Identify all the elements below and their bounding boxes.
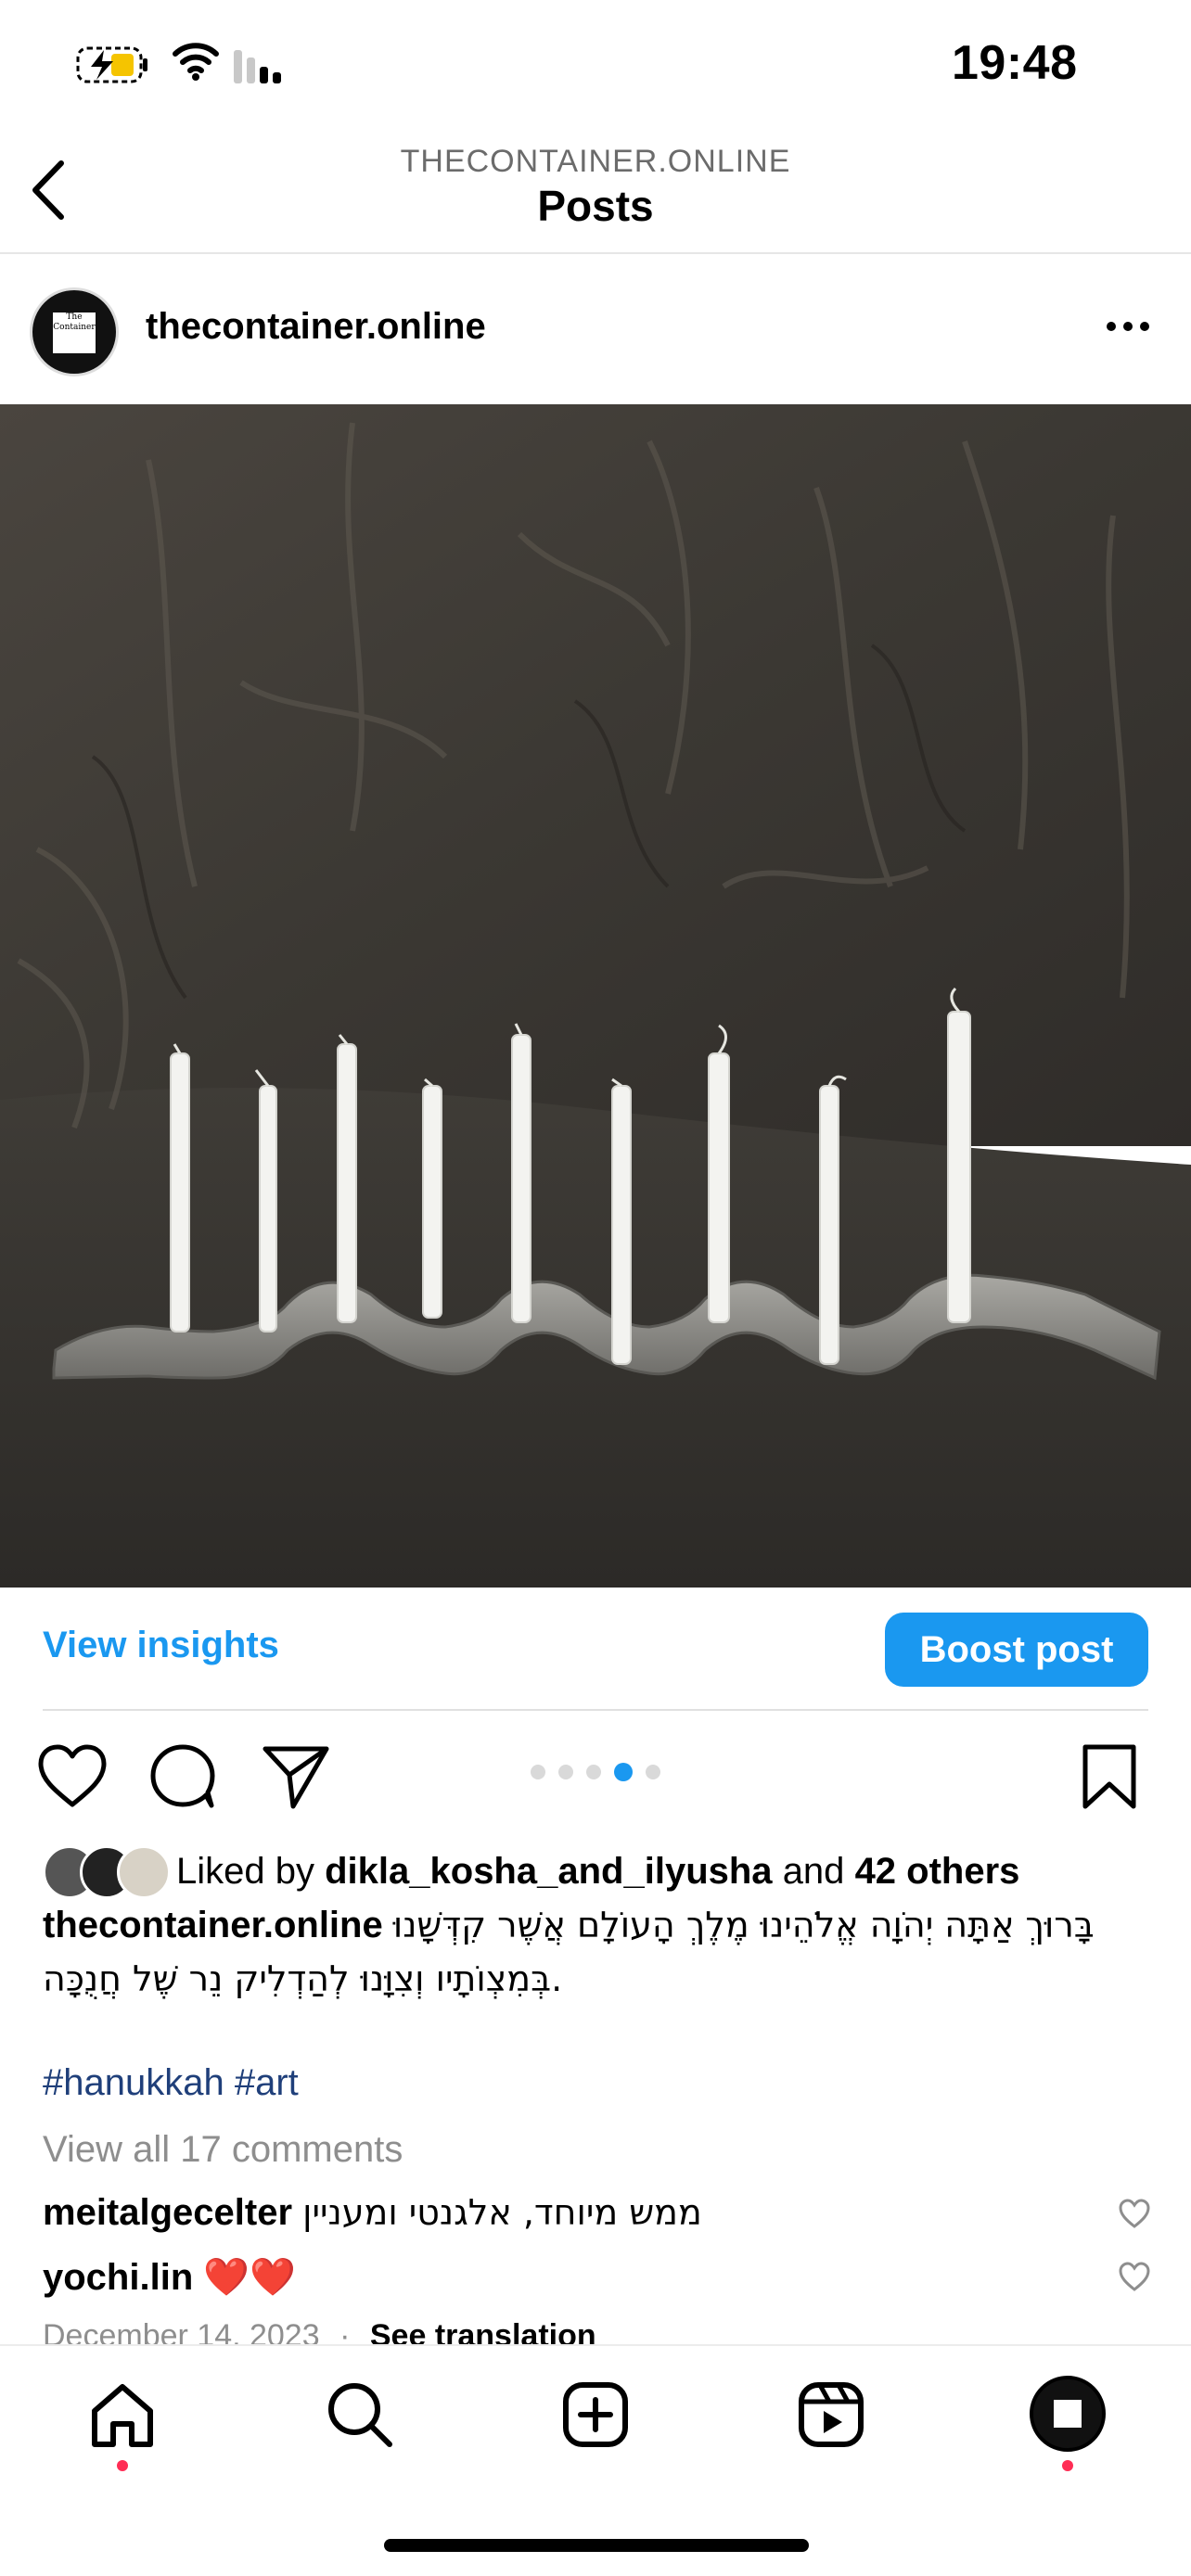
post-date: December 14, 2023 [43, 2318, 320, 2346]
caption-username[interactable]: thecontainer.online [43, 1905, 383, 1945]
comment-like-button[interactable] [1118, 2261, 1151, 2292]
nav-profile[interactable] [1030, 2376, 1106, 2452]
post-username[interactable]: thecontainer.online [146, 306, 486, 348]
send-icon [263, 1746, 329, 1809]
more-horizontal-icon [1107, 322, 1149, 331]
home-indicator[interactable] [384, 2539, 809, 2552]
comment-username[interactable]: meitalgecelter [43, 2192, 292, 2233]
comment-icon [150, 1744, 215, 1808]
view-insights-link[interactable]: View insights [43, 1625, 279, 1666]
carousel-dot [586, 1765, 601, 1779]
battery-icon [76, 46, 150, 83]
home-icon [92, 2384, 153, 2447]
comment-text: ❤️❤️ [203, 2256, 296, 2299]
notification-dot [117, 2460, 128, 2471]
see-translation-link[interactable]: See translation [370, 2318, 596, 2346]
heart-icon [1119, 2199, 1150, 2228]
heart-icon [38, 1744, 107, 1807]
bookmark-icon [1082, 1744, 1136, 1809]
comment-text: ממש מיוחד, אלגנטי ומעניין [302, 2192, 702, 2233]
nav-search[interactable] [325, 2379, 395, 2450]
comment-like-button[interactable] [1118, 2198, 1151, 2229]
like-button[interactable] [37, 1743, 108, 1810]
comment-row: yochi.lin ❤️❤️ [43, 2255, 296, 2299]
likes-others[interactable]: 42 others [855, 1851, 1020, 1892]
caption-text-line1: בָּרוּךְ אַתָּה יְהֹוָה אֱלֹהֵינוּ מֶלֶך… [392, 1905, 1095, 1945]
liker-avatar [117, 1845, 171, 1899]
save-button[interactable] [1080, 1743, 1139, 1810]
insights-divider [43, 1709, 1148, 1711]
header-divider [0, 252, 1191, 254]
page-title: Posts [537, 182, 654, 230]
heart-icon [1119, 2262, 1150, 2291]
header-username: THECONTAINER.ONLINE [400, 144, 791, 179]
notification-dot [1062, 2460, 1073, 2471]
nav-home[interactable] [87, 2379, 158, 2450]
carousel-dot [531, 1765, 545, 1779]
cellular-signal-icon [234, 48, 289, 85]
likes-prefix: Liked by [176, 1851, 314, 1892]
caption: thecontainer.online בָּרוּךְ אַתָּה יְהֹ… [43, 1905, 1095, 1946]
view-all-comments-link[interactable]: View all 17 comments [43, 2129, 403, 2171]
carousel-dot [558, 1765, 573, 1779]
carousel-dot [646, 1765, 660, 1779]
likes-summary[interactable]: Liked by dikla_kosha_and_ilyusha and 42 … [176, 1851, 1019, 1893]
plus-square-icon [563, 2382, 628, 2447]
post-avatar[interactable]: The Container [30, 287, 119, 376]
avatar-logo: The Container [53, 312, 96, 353]
liker-avatars[interactable] [43, 1845, 171, 1899]
caption-text-line2: בְּמִצְוֹתָיו וְצִוָּנוּ לְהַדְלִיק נֵר … [43, 1958, 563, 1999]
post-date-line: December 14, 2023 · See translation [43, 2318, 596, 2346]
status-time: 19:48 [952, 36, 1078, 90]
nav-create[interactable] [560, 2379, 631, 2450]
nav-reels[interactable] [796, 2379, 866, 2450]
boost-post-button[interactable]: Boost post [885, 1613, 1148, 1687]
share-button[interactable] [262, 1743, 330, 1810]
likes-and: and [782, 1851, 845, 1892]
comment-button[interactable] [148, 1743, 217, 1810]
carousel-dot [614, 1763, 633, 1781]
comment-username[interactable]: yochi.lin [43, 2257, 193, 2298]
reels-icon [799, 2382, 864, 2447]
carousel-indicator [531, 1763, 673, 1781]
wifi-icon [173, 41, 219, 82]
search-icon [328, 2383, 392, 2447]
post-image[interactable] [0, 404, 1191, 1588]
more-options-button[interactable] [1104, 315, 1152, 338]
date-separator: · [339, 2318, 351, 2346]
liker-username[interactable]: dikla_kosha_and_ilyusha [325, 1851, 772, 1892]
comment-row: meitalgecelter ממש מיוחד, אלגנטי ומעניין [43, 2192, 702, 2234]
profile-avatar [1054, 2400, 1082, 2428]
hashtags[interactable]: #hanukkah #art [43, 2062, 299, 2104]
